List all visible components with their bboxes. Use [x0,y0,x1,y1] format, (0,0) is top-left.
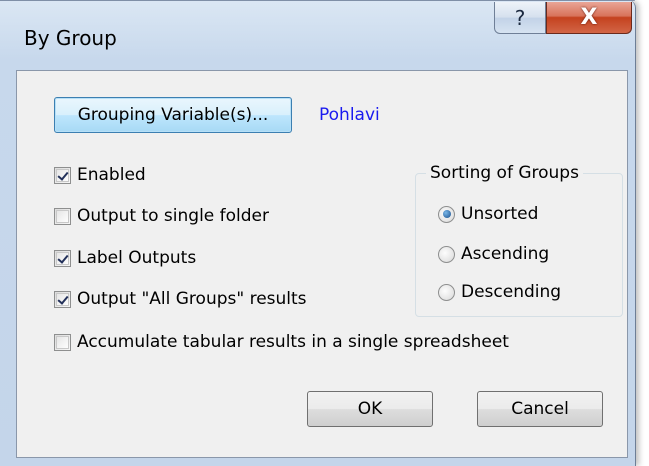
question-mark-icon: ? [514,5,526,30]
dialog-window: By Group ? X Grouping Variable(s)... Poh… [0,0,636,466]
title-bar[interactable]: By Group ? X [0,0,636,68]
checkbox-label: Label Outputs [77,248,197,268]
dialog-client-area: Grouping Variable(s)... Pohlavi Enabled … [16,70,628,458]
close-icon: X [580,5,598,30]
radio-button[interactable] [438,283,455,301]
checkbox-box[interactable] [54,249,71,267]
checkbox-label: Output "All Groups" results [77,289,307,309]
checkbox-box[interactable] [54,333,71,351]
checkbox-enabled[interactable]: Enabled [54,164,146,186]
checkbox-box[interactable] [54,290,71,308]
cancel-button[interactable]: Cancel [477,391,603,427]
checkbox-box[interactable] [54,166,71,184]
radio-ascending[interactable]: Ascending [438,243,549,265]
checkbox-label-outputs[interactable]: Label Outputs [54,247,196,269]
checkbox-label: Enabled [77,165,146,185]
radio-unsorted[interactable]: Unsorted [438,203,538,225]
close-button[interactable]: X [546,2,632,34]
sorting-legend: Sorting of Groups [430,163,579,183]
checkbox-box[interactable] [54,207,71,225]
checkbox-label: Output to single folder [77,206,270,226]
checkbox-label: Accumulate tabular results in a single s… [77,332,509,352]
ok-button[interactable]: OK [307,391,433,427]
radio-label: Unsorted [461,204,539,224]
grouping-variables-button[interactable]: Grouping Variable(s)... [54,97,292,133]
window-title: By Group [24,26,117,50]
radio-label: Ascending [461,244,550,264]
checkbox-accumulate-tabular[interactable]: Accumulate tabular results in a single s… [54,331,509,353]
radio-button[interactable] [438,245,455,263]
radio-label: Descending [461,282,562,302]
checkbox-output-single-folder[interactable]: Output to single folder [54,205,269,227]
selected-grouping-variable: Pohlavi [319,105,380,125]
checkbox-output-all-groups[interactable]: Output "All Groups" results [54,288,307,310]
help-button[interactable]: ? [494,2,546,34]
radio-button[interactable] [438,205,455,223]
radio-descending[interactable]: Descending [438,281,561,303]
